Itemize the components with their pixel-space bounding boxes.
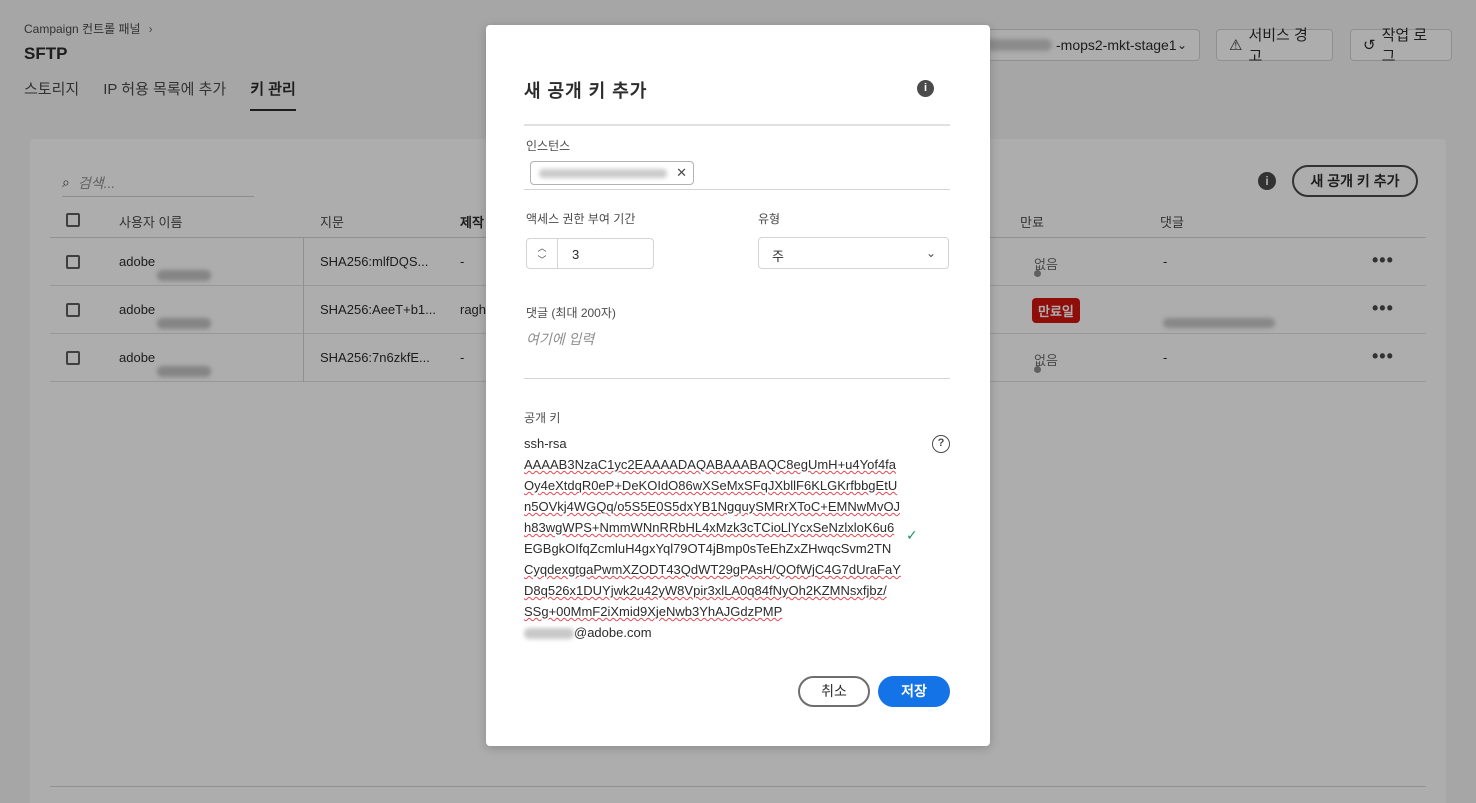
add-public-key-dialog: 새 공개 키 추가 i 인스턴스 ✕ 액세스 권한 부여 기간 ︿ ﹀ 3 유형 … [486, 25, 990, 746]
key-line: SSg+00MmF2iXmid9XjeNwb3YhAJGdzPMP [524, 604, 783, 619]
save-button[interactable]: 저장 [878, 676, 950, 707]
key-email-suffix: @adobe.com [574, 625, 652, 640]
checkmark-icon: ✓ [906, 527, 918, 543]
instance-tag: ✕ [530, 161, 694, 185]
public-key-label: 공개 키 [524, 411, 561, 425]
key-line: n5OVkj4WGQq/o5S5E0S5dxYB1NgquySMRrXToC+E… [524, 499, 901, 514]
close-icon[interactable]: ✕ [676, 165, 687, 181]
stepper-arrows-icon[interactable]: ︿ ﹀ [527, 239, 558, 268]
type-value: 주 [772, 249, 784, 264]
redacted-text [539, 169, 667, 178]
key-email-line: @adobe.com [524, 622, 886, 643]
key-line: ssh-rsa [524, 436, 567, 451]
key-line: AAAAB3NzaC1yc2EAAAADAQABAAABAQC8egUmH+u4… [524, 457, 897, 472]
comment-input[interactable]: 여기에 입력 [524, 327, 950, 379]
key-line: D8q526x1DUYjwk2u42yW8Vpir3xlLA0q84fNyOh2… [524, 583, 887, 598]
public-key-input[interactable]: ssh-rsa AAAAB3NzaC1yc2EAAAADAQABAAABAQC8… [524, 433, 901, 643]
instance-label: 인스턴스 [526, 139, 571, 153]
duration-stepper[interactable]: ︿ ﹀ 3 [526, 238, 654, 269]
duration-label: 액세스 권한 부여 기간 [526, 212, 636, 226]
instance-field[interactable]: ✕ [524, 159, 950, 190]
comment-placeholder: 여기에 입력 [526, 331, 595, 347]
info-icon[interactable]: i [917, 80, 934, 97]
chevron-down-icon: ⌄ [925, 246, 936, 260]
key-line: h83wgWPS+NmmWNnRRbHL4xMzk3cTCioLlYcxSeNz… [524, 520, 895, 535]
cancel-button[interactable]: 취소 [798, 676, 870, 707]
redacted-text [524, 628, 574, 640]
key-line: EGBgkOIfqZcmluH4gxYql79OT4jBmp0sTeEhZxZH… [524, 541, 892, 556]
comment-label: 댓글 (최대 200자) [526, 306, 616, 320]
dialog-title: 새 공개 키 추가 [524, 81, 648, 101]
key-line: CyqdexgtgaPwmXZODT43QdWT29gPAsH/QOfWjC4G… [524, 562, 901, 577]
type-label: 유형 [758, 212, 781, 226]
type-select[interactable]: 주 ⌄ [758, 237, 949, 269]
help-icon[interactable]: ? [932, 435, 950, 453]
duration-value[interactable]: 3 [572, 247, 579, 262]
title-divider [524, 124, 950, 126]
key-line: Oy4eXtdqR0eP+DeKOIdO86wXSeMxSFqJXbllF6KL… [524, 478, 898, 493]
